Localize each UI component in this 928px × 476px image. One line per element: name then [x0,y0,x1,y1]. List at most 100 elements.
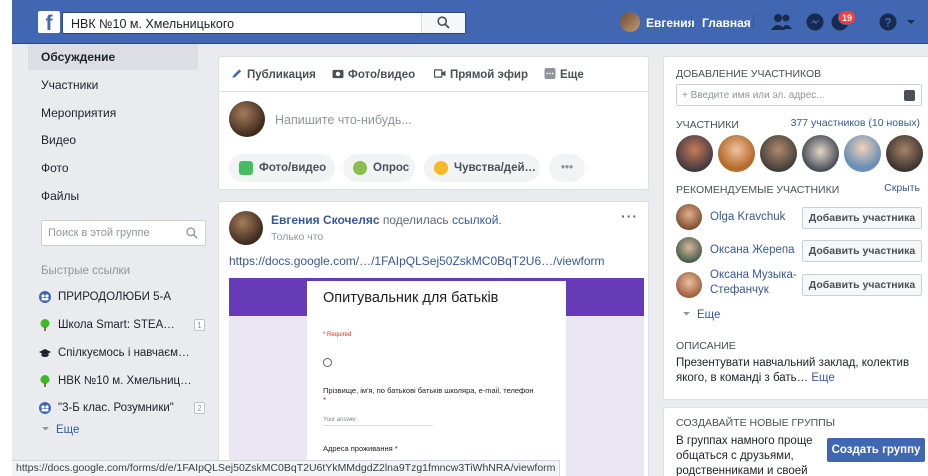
chip-label: Чувства/дей… [454,162,537,174]
member-name-link[interactable]: Olga Kravchuk [710,210,785,225]
chip-feelings-button[interactable]: Чувства/дей… [424,154,540,182]
post-action-text: поделилась [382,213,449,227]
facebook-logo-icon[interactable]: f [38,11,60,33]
avatar[interactable] [676,237,702,263]
form-answer-placeholder: Your answer [323,417,357,423]
recommended-title: Рекомендуемые участники [676,184,840,196]
member-name-link[interactable]: Оксана Музыка- Стефанчук [710,268,797,298]
quick-link-item[interactable]: "3-Б клас. Розумники" 2 [39,397,209,419]
sidebar-item-discussion[interactable]: Обсуждение [28,44,198,70]
quick-link-item[interactable]: ПРИРОДОЛЮБИ 5-А [39,286,209,308]
member-name-line: Оксана Музыка- [710,269,797,281]
more-icon [544,68,556,79]
description-more-link[interactable]: Еще [811,372,834,384]
members-title: Участники [676,119,739,131]
chip-poll-button[interactable]: Опрос [343,154,415,182]
recommended-more-link[interactable]: Еще [682,309,720,321]
avatar[interactable] [802,135,839,172]
quick-link-label: ПРИРОДОЛЮБИ 5-А [58,291,171,303]
tab-label: Фото/видео [348,69,416,81]
sidebar-item-photos[interactable]: Фото [28,155,198,181]
add-member-placeholder: + Введите имя или эл. адрес... [682,90,825,101]
avatar[interactable] [760,135,797,172]
tab-more[interactable]: Еще [544,68,584,81]
quick-link-item[interactable]: Спілкуємось і навчаєм… [39,342,209,364]
create-group-panel: Создавайте новые группы В группах намног… [663,407,928,476]
pencil-icon [232,69,242,79]
post-timestamp[interactable]: Только что [271,231,323,243]
svg-text:?: ? [884,16,891,30]
help-icon[interactable]: ? [878,12,900,32]
graduation-cap-icon [39,349,51,357]
address-book-icon[interactable] [904,90,915,101]
more-label: Еще [56,424,80,436]
link-preview-image[interactable]: Опитувальник для батьків * Required Пріз… [229,278,644,476]
quick-link-label: "3-Б клас. Розумники" [58,402,174,414]
avatar[interactable] [676,204,702,230]
tree-icon [40,319,50,331]
add-member-button[interactable]: Добавить участника [802,240,922,262]
friend-requests-icon[interactable] [771,12,793,32]
sidebar-item-events[interactable]: Мероприятия [28,100,198,126]
add-member-input[interactable]: + Введите имя или эл. адрес... [676,84,922,106]
chip-more-button[interactable]: ••• [549,154,585,182]
form-title: Опитувальник для батьків [323,290,499,306]
divider [219,91,648,92]
avatar[interactable] [676,272,702,298]
add-member-button[interactable]: Добавить участника [802,274,922,296]
avatar[interactable] [718,135,755,172]
create-group-title: Создавайте новые группы [676,417,836,429]
search-input-value[interactable]: НВК №10 м. Хмельницького [71,17,234,31]
avatar [620,12,640,32]
quick-link-label: Школа Smart: STEA… [58,319,175,331]
form-question: Адреса проживання * [323,444,398,453]
search-icon[interactable] [186,227,198,239]
quick-link-item[interactable]: НВК №10 м. Хмельниц… [39,370,209,392]
avatar[interactable] [886,135,923,172]
divider [691,15,692,29]
quick-link-item[interactable]: Школа Smart: STEA… 1 [39,314,209,336]
search-button[interactable] [421,13,465,33]
group-info-panel: Добавление участников + Введите имя или … [663,56,928,336]
group-icon [39,291,51,303]
post-author-link[interactable]: Евгения Скочеляс [271,213,380,227]
create-group-text: В группах намного проще общаться с друзь… [676,435,813,476]
chevron-down-icon [683,312,690,316]
chip-photo-video-button[interactable]: Фото/видео [229,154,335,182]
notifications-badge[interactable]: 19 [838,10,857,25]
avatar[interactable] [676,135,713,172]
create-group-button[interactable]: Создать группу [827,438,925,462]
chip-label: Опрос [373,162,410,174]
sidebar-item-members[interactable]: Участники [28,72,198,98]
tree-icon [40,375,50,387]
members-count-link[interactable]: 377 участников (10 новых) [791,117,920,129]
feed-post: Евгения Скочеляс поделилась ссылкой. Тол… [218,201,649,476]
tab-publication[interactable]: Публикация [231,68,316,81]
post-options-icon[interactable]: ··· [621,208,638,224]
add-members-title: Добавление участников [676,68,822,80]
hide-recommendations-link[interactable]: Скрыть [884,182,920,194]
tab-live-video[interactable]: Прямой эфир [434,68,528,81]
sidebar-item-files[interactable]: Файлы [28,183,198,209]
quick-links-more-link[interactable]: Еще [41,424,79,436]
add-member-button[interactable]: Добавить участника [802,207,922,229]
post-object-link[interactable]: ссылкой. [452,213,502,227]
member-name-link[interactable]: Оксана Жерепа [710,243,794,258]
post-link[interactable]: https://docs.google.com/…/1FAIpQLSej50Zs… [229,254,605,268]
form-required-star: * [323,396,327,405]
search-input[interactable]: НВК №10 м. Хмельницького [62,12,466,34]
avatar[interactable] [229,211,263,245]
sidebar-item-videos[interactable]: Видео [28,127,198,153]
home-link[interactable]: Главная [702,16,751,30]
avatar [229,101,265,137]
tab-photo-video[interactable]: Фото/видео [332,68,415,81]
browser-status-bar: https://docs.google.com/forms/d/e/1FAIpQ… [12,460,561,476]
composer-input[interactable]: Напишите что-нибудь... [275,113,412,127]
messenger-icon[interactable] [805,12,827,32]
poll-icon [353,161,367,175]
avatar[interactable] [844,135,881,172]
account-menu-chevron-down-icon[interactable] [904,12,918,32]
description-text: Презентувати навчальний заклад, колектив… [676,356,922,385]
camera-icon [332,69,344,79]
group-search-input[interactable]: Поиск в этой группе [41,220,206,246]
